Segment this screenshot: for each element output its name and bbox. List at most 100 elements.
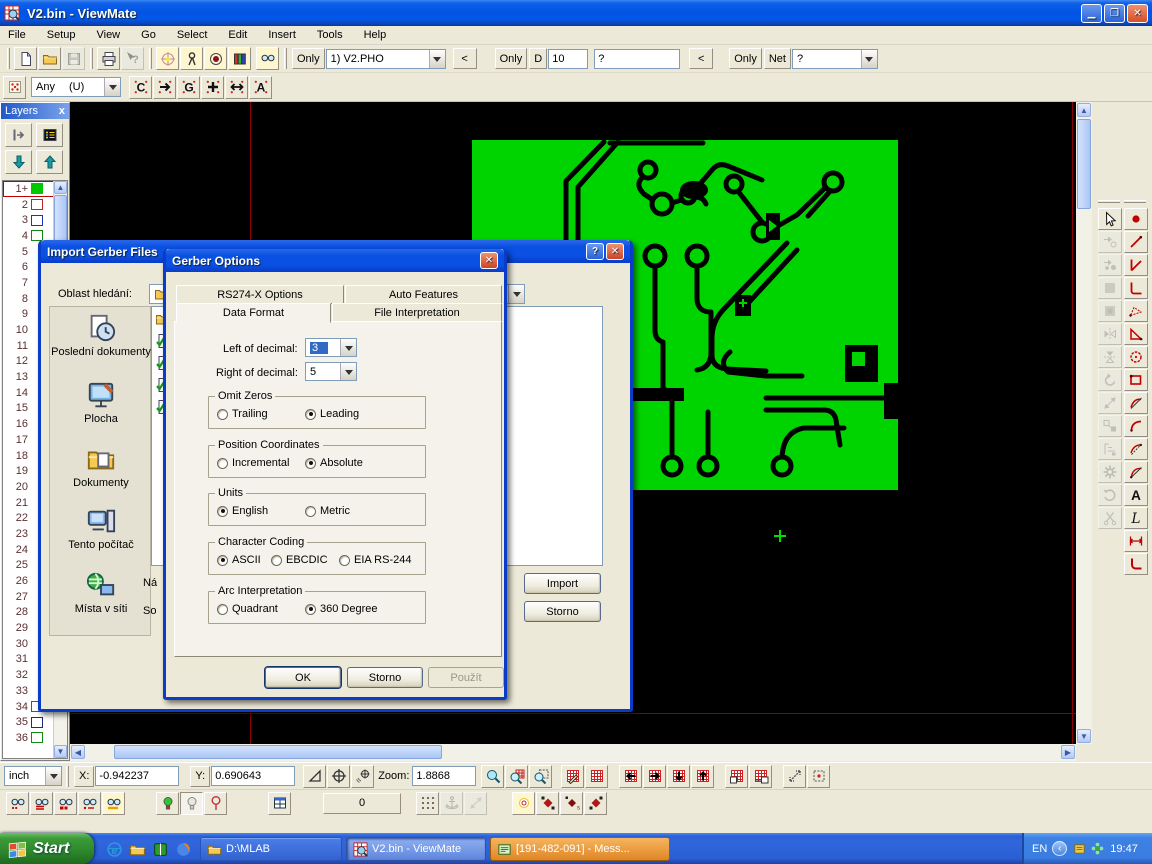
layer-down-icon[interactable] <box>5 150 32 174</box>
radio-icon[interactable] <box>217 604 228 615</box>
net-label[interactable]: Net <box>764 48 791 69</box>
draw-label-icon[interactable]: L <box>1124 507 1148 529</box>
menu-view[interactable]: View <box>94 28 122 42</box>
pattern-diamond-a-icon[interactable] <box>536 792 559 815</box>
select-area-icon[interactable] <box>807 765 830 788</box>
scroll-up-icon[interactable]: ▲ <box>1077 103 1091 117</box>
menu-select[interactable]: Select <box>175 28 210 42</box>
pan-up-icon[interactable] <box>691 765 714 788</box>
draw-circle-icon[interactable] <box>1124 346 1148 368</box>
new-file-icon[interactable] <box>14 47 37 70</box>
layer-color-swatch[interactable] <box>31 717 43 728</box>
radio-ascii[interactable]: ASCII <box>217 554 261 566</box>
open-file-icon[interactable] <box>38 47 61 70</box>
scroll-down-icon[interactable]: ▼ <box>54 745 67 758</box>
shape-combo[interactable]: Any(U) <box>31 77 121 97</box>
prev-layer-button[interactable]: < <box>453 48 477 69</box>
radio-incremental[interactable]: Incremental <box>217 457 289 469</box>
hscroll-thumb[interactable] <box>114 745 442 759</box>
radio-icon[interactable] <box>339 555 350 566</box>
tray-collapse-icon[interactable]: ‹ <box>1052 841 1067 856</box>
layer-color-swatch[interactable] <box>31 199 43 210</box>
inspect-mixed-icon[interactable] <box>78 792 101 815</box>
radio-english[interactable]: English <box>217 505 268 517</box>
language-indicator[interactable]: EN <box>1032 843 1047 855</box>
flash-element-icon[interactable] <box>156 47 179 70</box>
scroll-down-icon[interactable]: ▼ <box>1077 729 1091 743</box>
insert-layer-icon[interactable] <box>5 123 32 147</box>
chevron-down-icon[interactable] <box>429 50 445 68</box>
launch-browser-icon[interactable]: e <box>104 839 124 859</box>
radio-icon[interactable] <box>271 555 282 566</box>
radio-ebcdic[interactable]: EBCDIC <box>271 554 328 566</box>
launch-firefox-icon[interactable] <box>173 839 193 859</box>
canvas-vscrollbar[interactable]: ▲ ▼ <box>1076 102 1092 744</box>
toolbar-grip[interactable] <box>149 48 152 69</box>
chevron-down-icon[interactable] <box>104 78 120 96</box>
taskbar-task-3[interactable]: [191-482-091] - Mess... <box>490 837 670 861</box>
left-of-decimal-combo[interactable]: 3 <box>305 338 357 357</box>
toolbar-grip[interactable] <box>66 766 69 787</box>
scroll-right-icon[interactable]: ▶ <box>1061 745 1075 759</box>
radio-icon[interactable] <box>217 409 228 420</box>
chevron-down-icon[interactable] <box>861 50 877 68</box>
chevron-down-icon[interactable] <box>340 339 356 356</box>
pan-right-icon[interactable] <box>643 765 666 788</box>
pan-left-icon[interactable] <box>619 765 642 788</box>
minimize-button[interactable]: ▁ <box>1081 4 1102 23</box>
tab-rs274-x-options[interactable]: RS274-X Options <box>176 285 344 304</box>
right-of-decimal-combo[interactable]: 5 <box>305 362 357 381</box>
start-button[interactable]: Start <box>0 833 94 864</box>
place-desktop[interactable]: Plocha <box>51 380 151 425</box>
layer-table-icon[interactable] <box>36 123 63 147</box>
layers-panel-titlebar[interactable]: Layers x <box>1 103 69 119</box>
toolbar-grip[interactable] <box>1098 200 1120 203</box>
zoom-value[interactable]: 1.8868 <box>412 766 476 786</box>
origin-icon[interactable] <box>327 765 350 788</box>
copy-view-icon[interactable] <box>725 765 748 788</box>
layer-color-swatch[interactable] <box>31 183 43 194</box>
only-dcode-button[interactable]: Only <box>495 48 528 69</box>
snap-grid-icon[interactable] <box>416 792 439 815</box>
radio-icon[interactable] <box>217 506 228 517</box>
menu-help[interactable]: Help <box>362 28 389 42</box>
pattern-diamond-b-icon[interactable]: s <box>560 792 583 815</box>
units-combo[interactable]: inch <box>4 766 62 786</box>
close-button[interactable]: ✕ <box>1127 4 1148 23</box>
dcode-move-icon[interactable] <box>153 76 176 99</box>
layer-combo[interactable]: 1) V2.PHO <box>326 49 446 69</box>
radio-quadrant[interactable]: Quadrant <box>217 603 278 615</box>
dcode-c-icon[interactable]: C <box>129 76 152 99</box>
launch-folder-icon[interactable] <box>127 839 147 859</box>
layer-colors-icon[interactable] <box>228 47 251 70</box>
radio-icon[interactable] <box>305 604 316 615</box>
menu-setup[interactable]: Setup <box>45 28 78 42</box>
chevron-down-icon[interactable] <box>508 285 524 303</box>
radio-icon[interactable] <box>217 458 228 469</box>
place-recent[interactable]: Poslední dokumenty <box>51 313 151 358</box>
draw-polyline-icon[interactable] <box>1124 254 1148 276</box>
pan-down-icon[interactable] <box>667 765 690 788</box>
layer-color-swatch[interactable] <box>31 732 43 743</box>
menu-file[interactable]: File <box>6 28 28 42</box>
launch-book-icon[interactable] <box>150 839 170 859</box>
toolbar-grip[interactable] <box>1124 200 1146 203</box>
zoom-tool-icon[interactable] <box>481 765 504 788</box>
tab-data-format[interactable]: Data Format <box>176 303 331 323</box>
y-coordinate[interactable]: 0.690643 <box>211 766 295 786</box>
vscroll-thumb[interactable] <box>1077 119 1091 209</box>
place-computer[interactable]: Tento počítač <box>51 506 151 551</box>
dcode-label[interactable]: D <box>529 48 547 69</box>
draw-pad-icon[interactable] <box>1124 208 1148 230</box>
radio-icon[interactable] <box>305 458 316 469</box>
select-cursor-icon[interactable] <box>1098 208 1122 230</box>
draw-line-icon[interactable] <box>1124 231 1148 253</box>
edit-board-icon[interactable] <box>561 765 584 788</box>
draw-arc-sweep-icon[interactable] <box>1124 461 1148 483</box>
radio-icon[interactable] <box>217 555 228 566</box>
draw-arc-chord-icon[interactable] <box>1124 392 1148 414</box>
dcode-text-icon[interactable]: A <box>249 76 272 99</box>
ok-button[interactable]: OK <box>265 667 341 688</box>
taskbar-task-1[interactable]: D:\MLAB <box>200 837 342 861</box>
close-icon[interactable]: x <box>59 105 65 117</box>
